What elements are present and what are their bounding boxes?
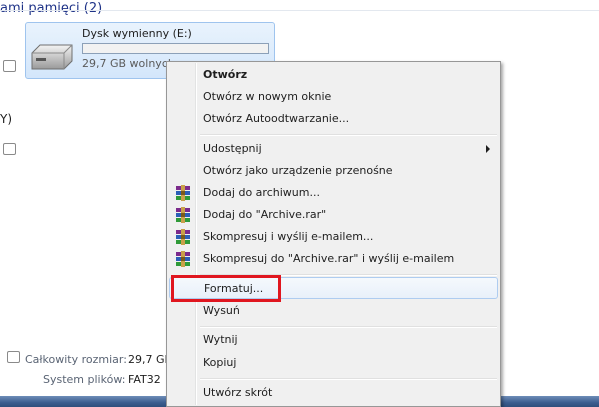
menu-item-share[interactable]: Udostępnij	[169, 138, 498, 160]
section-header: ami pamięci (2)	[0, 1, 103, 16]
winrar-icon	[176, 207, 190, 223]
drive-free-space: 29,7 GB wolnych	[82, 57, 175, 70]
section-divider	[0, 10, 599, 11]
menu-item-label: Dodaj do archiwum...	[203, 186, 320, 199]
selection-checkbox[interactable]	[3, 143, 16, 155]
menu-item-label: Otwórz Autoodtwarzanie...	[203, 112, 350, 125]
menu-item-compress-and-email[interactable]: Skompresuj i wyślij e-mailem...	[169, 226, 498, 248]
menu-item-open-new-window[interactable]: Otwórz w nowym oknie	[169, 86, 498, 108]
menu-item-open-autoplay[interactable]: Otwórz Autoodtwarzanie...	[169, 108, 498, 130]
submenu-arrow-icon	[486, 145, 490, 153]
menu-item-label: Wytnij	[203, 333, 238, 346]
menu-item-copy[interactable]: Kopiuj	[169, 352, 498, 374]
menu-separator	[200, 378, 497, 380]
file-system-label: System plików:	[43, 373, 126, 386]
drive-usage-bar	[82, 43, 269, 54]
file-system-value: FAT32	[128, 373, 161, 386]
selection-checkbox[interactable]	[7, 351, 20, 363]
menu-item-create-shortcut[interactable]: Utwórz skrót	[169, 382, 498, 404]
menu-item-open[interactable]: Otwórz	[169, 64, 498, 86]
menu-item-add-to-archive-rar[interactable]: Dodaj do "Archive.rar"	[169, 204, 498, 226]
menu-item-label: Otwórz w nowym oknie	[203, 90, 332, 103]
winrar-icon	[176, 251, 190, 267]
truncated-label: Y)	[0, 112, 13, 126]
context-menu: Otwórz Otwórz w nowym oknie Otwórz Autoo…	[166, 61, 501, 407]
menu-separator	[200, 134, 497, 136]
menu-item-label: Utwórz skrót	[203, 386, 273, 399]
highlight-box	[171, 275, 281, 302]
menu-item-label: Dodaj do "Archive.rar"	[203, 208, 327, 221]
menu-item-open-as-portable-device[interactable]: Otwórz jako urządzenie przenośne	[169, 160, 498, 182]
menu-item-label: Skompresuj i wyślij e-mailem...	[203, 230, 374, 243]
removable-drive-icon	[30, 44, 74, 70]
menu-item-label: Udostępnij	[203, 142, 262, 155]
menu-separator	[200, 326, 497, 328]
winrar-icon	[176, 229, 190, 245]
menu-item-add-to-archive[interactable]: Dodaj do archiwum...	[169, 182, 498, 204]
total-size-label: Całkowity rozmiar:	[25, 353, 127, 366]
menu-item-label: Otwórz jako urządzenie przenośne	[203, 164, 393, 177]
winrar-icon	[176, 185, 190, 201]
menu-item-label: Wysuń	[203, 304, 240, 317]
menu-item-eject[interactable]: Wysuń	[169, 300, 498, 322]
menu-item-cut[interactable]: Wytnij	[169, 329, 498, 351]
menu-item-label: Otwórz	[203, 68, 248, 81]
menu-item-label: Skompresuj do "Archive.rar" i wyślij e-m…	[203, 252, 455, 265]
selection-checkbox[interactable]	[3, 60, 16, 72]
menu-item-compress-to-rar-and-email[interactable]: Skompresuj do "Archive.rar" i wyślij e-m…	[169, 248, 498, 270]
drive-name: Dysk wymienny (E:)	[82, 27, 192, 40]
menu-item-label: Kopiuj	[203, 356, 237, 369]
